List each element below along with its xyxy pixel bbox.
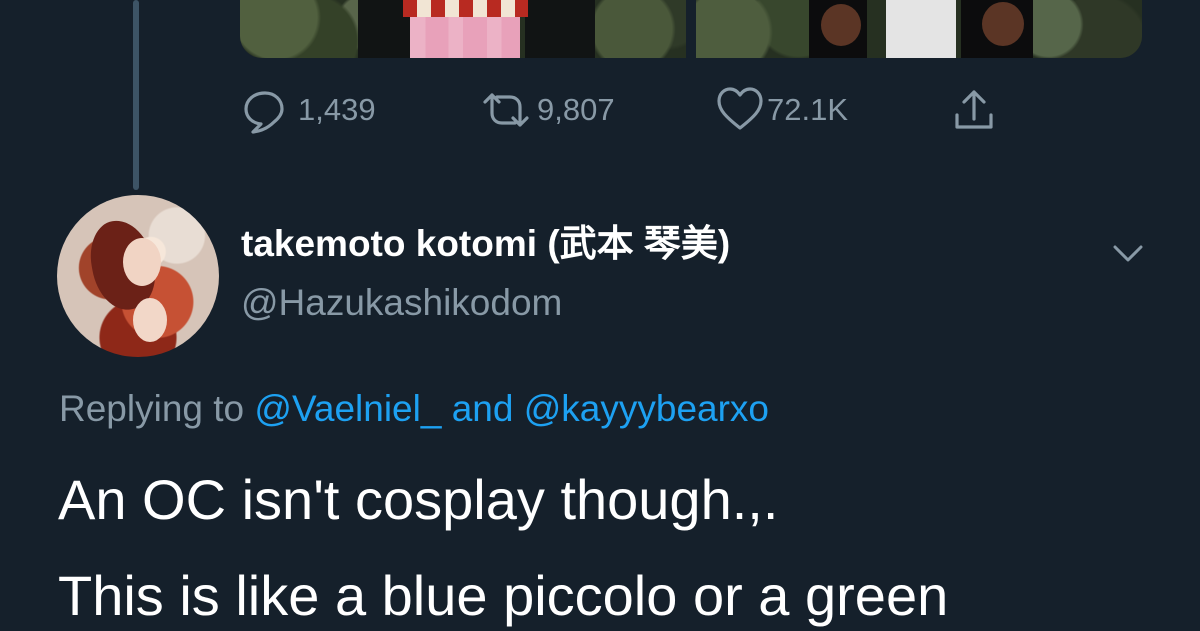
reply-icon (244, 90, 284, 134)
replying-to-line: Replying to @Vaelniel_ and @kayyybearxo (59, 384, 769, 434)
share-icon (955, 89, 993, 129)
media-image-left[interactable] (240, 0, 686, 58)
checkered-sash-shape (403, 0, 528, 17)
replying-to-prefix: Replying to (59, 388, 245, 429)
like-action[interactable]: 72.1K (714, 82, 848, 137)
author-handle[interactable]: @Hazukashikodom (241, 278, 562, 328)
mention-vaelniel[interactable]: @Vaelniel_ (254, 388, 441, 429)
hand-shape-left (821, 4, 861, 46)
like-count: 72.1K (767, 91, 849, 127)
author-display-name[interactable]: takemoto kotomi (武本 琴美) (241, 219, 730, 269)
white-shirt-shape (886, 0, 956, 58)
media-image-right[interactable] (696, 0, 1142, 58)
mention-kayyybearxo[interactable]: @kayyybearxo (524, 388, 769, 429)
tweet-text-line-1: An OC isn't cosplay though.,. (58, 468, 779, 531)
thread-connector-line (133, 0, 139, 190)
retweet-icon (483, 92, 529, 127)
retweet-action[interactable]: 9,807 (477, 82, 615, 137)
mention-connector: and (451, 388, 514, 429)
share-action[interactable] (948, 82, 1000, 137)
reply-count: 1,439 (298, 91, 376, 127)
jacket-shape-right (525, 0, 595, 58)
tweet-text-line-2: This is like a blue piccolo or a green (58, 564, 949, 627)
hand-shape-right (982, 2, 1024, 46)
retweet-count: 9,807 (537, 91, 615, 127)
reply-action[interactable]: 1,439 (240, 82, 376, 137)
heart-icon (717, 86, 763, 130)
avatar[interactable] (57, 195, 219, 357)
chevron-down-icon[interactable] (1110, 237, 1146, 269)
media-grid[interactable] (240, 0, 1142, 58)
